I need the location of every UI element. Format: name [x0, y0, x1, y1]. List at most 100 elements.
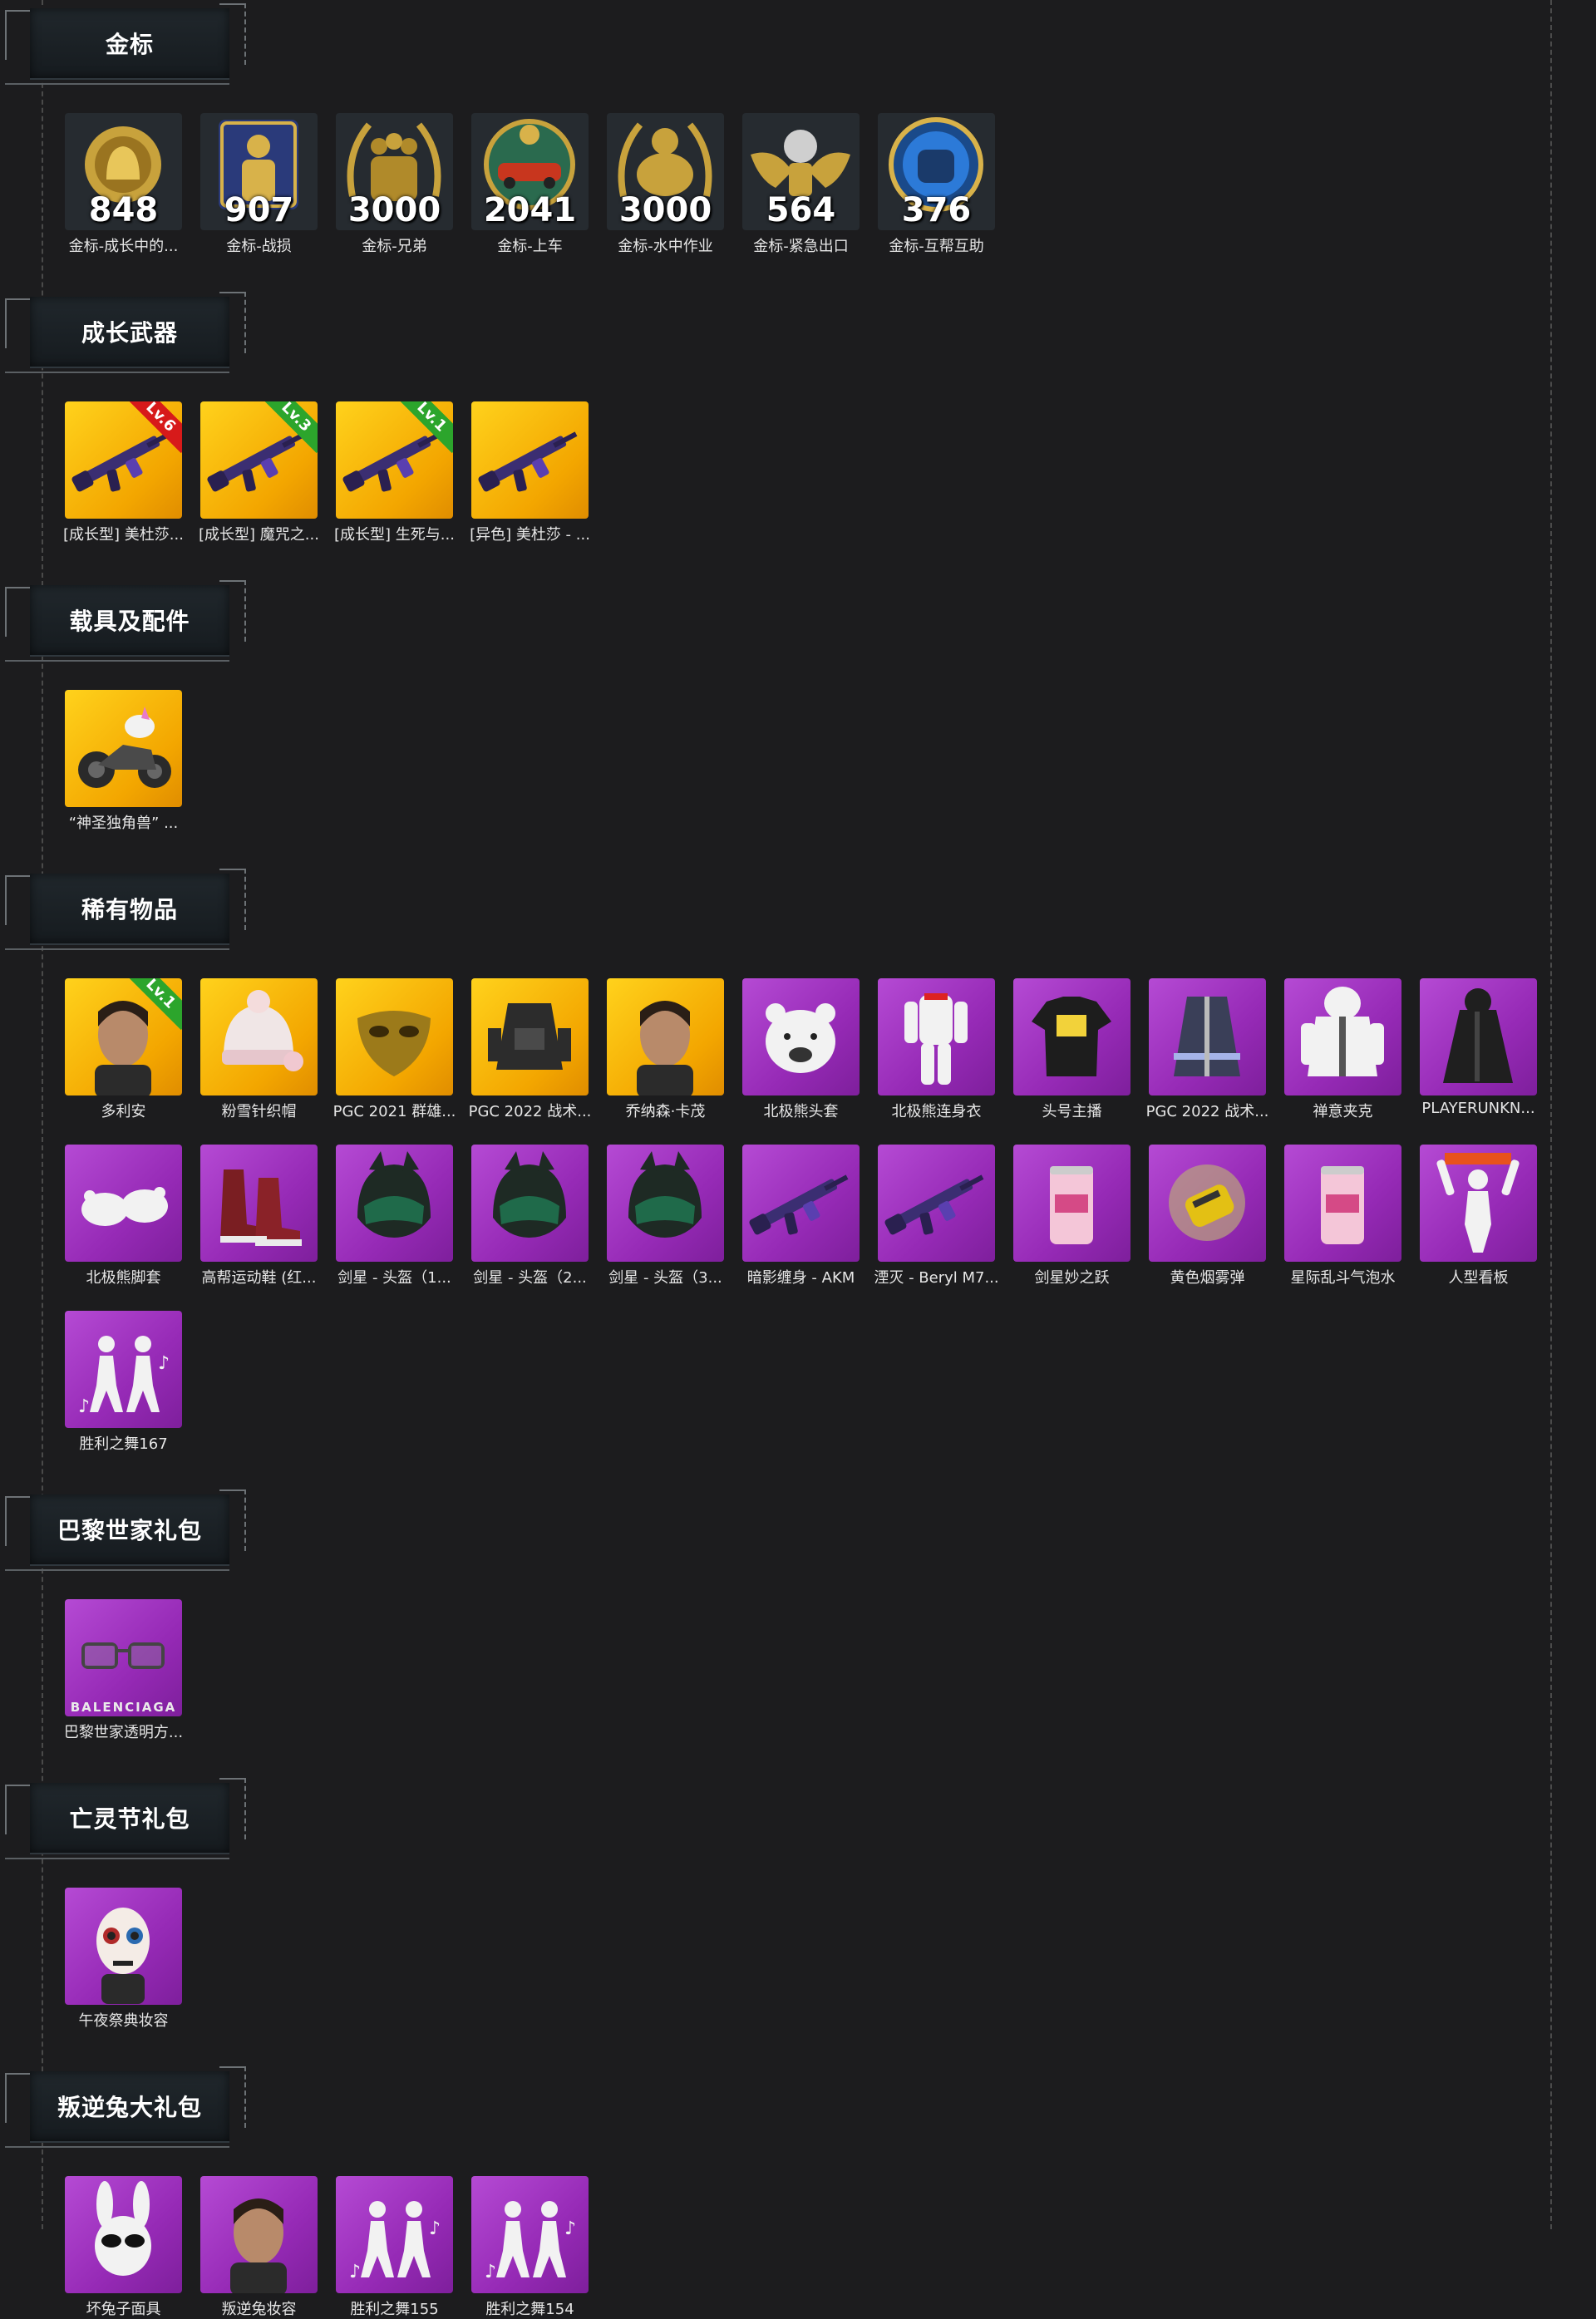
section-title: 稀有物品 [81, 896, 178, 923]
item-tile[interactable] [65, 690, 182, 807]
svg-text:♪: ♪ [158, 1353, 170, 1374]
item-tile[interactable] [471, 978, 589, 1095]
rifle-icon [749, 1174, 849, 1235]
item-tile[interactable] [1013, 978, 1130, 1095]
item-tile[interactable]: Lv.1 [65, 978, 182, 1095]
rifle-icon [884, 1174, 984, 1235]
item-tile[interactable] [607, 978, 724, 1095]
item-tile[interactable] [336, 978, 453, 1095]
section-header: 亡灵节礼包 [5, 1778, 246, 1863]
item-tile[interactable] [336, 1145, 453, 1262]
item-label: 禅意夹克 [1313, 1103, 1373, 1120]
item-label: PGC 2022 战术... [1145, 1103, 1269, 1120]
item-label: 叛逆兔妆容 [221, 2301, 297, 2318]
jacket-icon [1301, 987, 1384, 1076]
header-underline [5, 1858, 229, 1859]
item-tile[interactable] [742, 978, 860, 1095]
svg-text:♪: ♪ [78, 1396, 90, 1417]
item-tile[interactable] [1149, 978, 1266, 1095]
item-tile[interactable] [65, 1145, 182, 1262]
item-tile[interactable] [200, 2176, 318, 2293]
item-tile[interactable] [1284, 978, 1401, 1095]
item-label: 剑星 - 头盔（3... [608, 1269, 722, 1287]
item-tile[interactable]: ♪ ♪ [336, 2176, 453, 2293]
item-label: PGC 2022 战术... [468, 1103, 592, 1120]
soda-can-icon [1321, 1166, 1364, 1244]
item-tile[interactable]: 2041 [471, 113, 589, 230]
item-tile[interactable]: 3000 [336, 113, 453, 230]
soda-can-icon [1050, 1166, 1093, 1244]
item-tile[interactable] [1284, 1145, 1401, 1262]
item-tile[interactable] [1013, 1145, 1130, 1262]
bear-suit-icon [904, 993, 968, 1085]
item-tile[interactable] [742, 1145, 860, 1262]
item-label: 金标-紧急出口 [753, 238, 849, 255]
item-label: 剑星 - 头盔（2... [473, 1269, 587, 1287]
item-tile[interactable] [1420, 978, 1537, 1095]
medal-count: 3000 [347, 191, 441, 229]
item-tile[interactable] [471, 401, 589, 519]
item-label: 多利安 [101, 1103, 146, 1120]
medal-count: 564 [766, 191, 836, 229]
character-face-icon [230, 2198, 287, 2293]
item-tile[interactable]: 376 [878, 113, 995, 230]
bear-head-icon [766, 1003, 835, 1073]
item-tile[interactable]: 3000 [607, 113, 724, 230]
item-label: 金标-上车 [497, 238, 563, 255]
item-tile[interactable]: Lv.6 [65, 401, 182, 519]
item-tile[interactable]: 564 [742, 113, 860, 230]
tshirt-icon [1032, 997, 1111, 1076]
item-tile[interactable]: 848 [65, 113, 182, 230]
item-label: 人型看板 [1448, 1269, 1509, 1287]
header-bracket-left [5, 587, 32, 637]
item-label: 湮灭 - Beryl M7... [874, 1269, 999, 1287]
item-tile[interactable] [878, 1145, 995, 1262]
medal-count: 907 [224, 191, 294, 229]
helmet-icon [357, 1151, 431, 1238]
item-label: 剑星 - 头盔（1... [337, 1269, 451, 1287]
header-bracket-left [5, 10, 32, 60]
section-title: 叛逆兔大礼包 [57, 2094, 202, 2121]
item-label: 北极熊头套 [763, 1103, 839, 1120]
item-tile[interactable]: ♪ ♪ [471, 2176, 589, 2293]
item-tile[interactable] [471, 1145, 589, 1262]
item-label: 乔纳森·卡茂 [625, 1103, 706, 1120]
item-label: 北极熊脚套 [86, 1269, 161, 1287]
rabbit-mask-icon [95, 2181, 151, 2276]
section-title: 金标 [105, 31, 154, 58]
item-tile[interactable] [1420, 1145, 1537, 1262]
brand-text: BALENCIAGA [70, 1700, 177, 1715]
section-header: 叛逆兔大礼包 [5, 2066, 246, 2151]
item-tile[interactable]: BALENCIAGA [65, 1599, 182, 1716]
header-underline [5, 372, 229, 373]
item-tile[interactable]: Lv.3 [200, 401, 318, 519]
item-tile[interactable] [65, 1888, 182, 2005]
item-tile[interactable] [200, 978, 318, 1095]
section-title: 亡灵节礼包 [69, 1805, 190, 1833]
item-tile[interactable]: Lv.1 [336, 401, 453, 519]
rifle-icon [478, 431, 578, 492]
smoke-grenade-icon [1169, 1164, 1245, 1241]
item-tile[interactable] [65, 2176, 182, 2293]
header-bracket-left [5, 2073, 32, 2123]
svg-text:♪: ♪ [485, 2262, 496, 2282]
character-face-icon [637, 1001, 693, 1095]
item-tile[interactable]: ♪ ♪ [65, 1311, 182, 1428]
item-label: 胜利之舞167 [79, 1435, 168, 1453]
item-label: 高帮运动鞋 (红... [201, 1269, 317, 1287]
knit-hat-icon [222, 990, 303, 1071]
item-tile[interactable] [607, 1145, 724, 1262]
item-label: 金标-互帮互助 [889, 238, 984, 255]
item-label: 金标-兄弟 [362, 238, 427, 255]
item-label: 星际乱斗气泡水 [1290, 1269, 1396, 1287]
coat-icon [1174, 997, 1240, 1076]
item-tile[interactable]: 907 [200, 113, 318, 230]
section-title: 巴黎世家礼包 [57, 1517, 202, 1544]
item-label: 金标-水中作业 [618, 238, 713, 255]
header-bracket-left [5, 298, 32, 348]
item-tile[interactable] [200, 1145, 318, 1262]
item-tile[interactable] [878, 978, 995, 1095]
item-label: PGC 2021 群雄... [332, 1103, 456, 1120]
item-tile[interactable] [1149, 1145, 1266, 1262]
section-header: 稀有物品 [5, 869, 246, 953]
